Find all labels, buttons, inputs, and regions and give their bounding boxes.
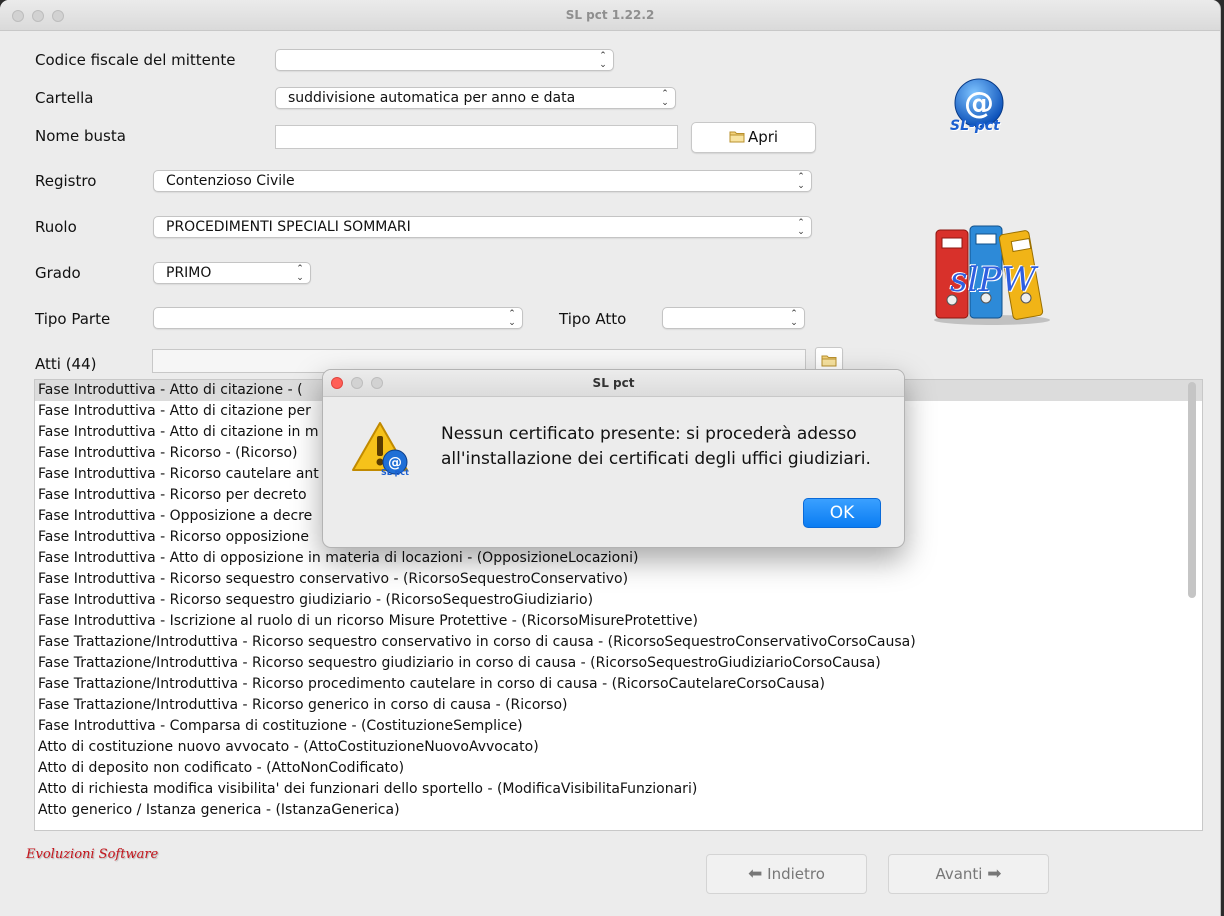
tipo-atto-label: Tipo Atto xyxy=(559,310,627,328)
list-item[interactable]: Atto di costituzione nuovo avvocato - (A… xyxy=(35,737,1202,758)
nome-busta-input[interactable] xyxy=(275,125,678,149)
folder-icon xyxy=(729,131,745,143)
list-item[interactable]: Fase Introduttiva - Ricorso sequestro gi… xyxy=(35,590,1202,611)
tipo-parte-label: Tipo Parte xyxy=(35,310,111,328)
apri-label: Apri xyxy=(747,128,779,146)
updown-chevron-icon: ⌃ ⌄ xyxy=(661,89,669,108)
main-window: SL pct 1.22.2 Codice fiscale del mittent… xyxy=(0,0,1221,916)
updown-chevron-icon: ⌃ ⌄ xyxy=(599,51,607,70)
codice-fiscale-label: Codice fiscale del mittente xyxy=(35,51,236,69)
indietro-label: Indietro xyxy=(767,865,825,883)
list-item[interactable]: Fase Introduttiva - Comparsa di costituz… xyxy=(35,716,1202,737)
dialog-titlebar: SL pct xyxy=(323,370,904,397)
folder-icon xyxy=(821,355,837,367)
dialog-message-line1: Nessun certificato presente: si proceder… xyxy=(441,424,857,444)
ruolo-value: PROCEDIMENTI SPECIALI SOMMARI xyxy=(166,219,411,235)
list-item[interactable]: Fase Trattazione/Introduttiva - Ricorso … xyxy=(35,653,1202,674)
slpw-logo-text: slPW xyxy=(950,260,1037,300)
svg-text:@: @ xyxy=(964,86,994,121)
slpw-logo: slPW xyxy=(930,222,1055,326)
registro-value: Contenzioso Civile xyxy=(166,173,295,189)
codice-fiscale-select[interactable]: ⌃ ⌄ xyxy=(275,49,614,71)
list-item[interactable]: Fase Trattazione/Introduttiva - Ricorso … xyxy=(35,632,1202,653)
list-item[interactable]: Fase Trattazione/Introduttiva - Ricorso … xyxy=(35,674,1202,695)
ok-button[interactable]: OK xyxy=(803,498,881,528)
grado-value: PRIMO xyxy=(166,265,212,281)
avanti-label: Avanti xyxy=(935,865,983,883)
list-item[interactable]: Atto generico / Istanza generica - (Ista… xyxy=(35,800,1202,821)
atti-list-scrollbar[interactable] xyxy=(1188,382,1196,598)
warning-icon-text: SL pct xyxy=(381,468,409,477)
avanti-button[interactable]: Avanti ➡ xyxy=(888,854,1049,894)
dialog-message-line2: all'installazione dei certificati degli … xyxy=(441,449,871,469)
atti-label: Atti (44) xyxy=(35,355,97,373)
window-title: SL pct 1.22.2 xyxy=(565,8,655,22)
tipo-atto-select[interactable]: ⌃ ⌄ xyxy=(662,307,805,329)
dialog-message: Nessun certificato presente: si proceder… xyxy=(441,422,891,472)
updown-chevron-icon: ⌃ ⌄ xyxy=(797,218,805,237)
list-item[interactable]: Fase Introduttiva - Ricorso sequestro co… xyxy=(35,569,1202,590)
grado-label: Grado xyxy=(35,264,81,282)
list-item[interactable]: Fase Introduttiva - Iscrizione al ruolo … xyxy=(35,611,1202,632)
list-item[interactable]: Fase Introduttiva - Atto di opposizione … xyxy=(35,548,1202,569)
indietro-button[interactable]: ⬅ Indietro xyxy=(706,854,867,894)
updown-chevron-icon: ⌃ ⌄ xyxy=(797,172,805,191)
nome-busta-label: Nome busta xyxy=(35,127,126,145)
dialog-title: SL pct xyxy=(592,376,635,390)
slpct-logo-text: SL-pct xyxy=(950,118,1000,134)
list-item[interactable]: Atto di richiesta modifica visibilita' d… xyxy=(35,779,1202,800)
updown-chevron-icon: ⌃ ⌄ xyxy=(790,309,798,328)
window-titlebar: SL pct 1.22.2 xyxy=(0,0,1220,31)
registro-label: Registro xyxy=(35,172,97,190)
warning-icon: @ SL pct xyxy=(351,420,413,482)
certificate-dialog: SL pct @ SL pct Nessun certificato prese… xyxy=(322,369,905,548)
updown-chevron-icon: ⌃ ⌄ xyxy=(296,264,304,283)
list-item[interactable]: Fase Trattazione/Introduttiva - Ricorso … xyxy=(35,695,1202,716)
ruolo-select[interactable]: PROCEDIMENTI SPECIALI SOMMARI ⌃ ⌄ xyxy=(153,216,812,238)
list-item[interactable]: Atto di deposito non codificato - (AttoN… xyxy=(35,758,1202,779)
registro-select[interactable]: Contenzioso Civile ⌃ ⌄ xyxy=(153,170,812,192)
apri-button[interactable]: Apri xyxy=(691,122,816,153)
evoluzioni-software-brand: Evoluzioni Software xyxy=(26,847,159,862)
slpct-logo: @ SL-pct xyxy=(946,78,1012,140)
cartella-label: Cartella xyxy=(35,89,94,107)
cartella-value: suddivisione automatica per anno e data xyxy=(288,90,576,106)
grado-select[interactable]: PRIMO ⌃ ⌄ xyxy=(153,262,311,284)
tipo-parte-select[interactable]: ⌃ ⌄ xyxy=(153,307,523,329)
arrow-left-icon: ⬅ xyxy=(748,864,763,884)
updown-chevron-icon: ⌃ ⌄ xyxy=(508,309,516,328)
ruolo-label: Ruolo xyxy=(35,218,77,236)
cartella-select[interactable]: suddivisione automatica per anno e data … xyxy=(275,87,676,109)
arrow-right-icon: ➡ xyxy=(987,864,1002,884)
